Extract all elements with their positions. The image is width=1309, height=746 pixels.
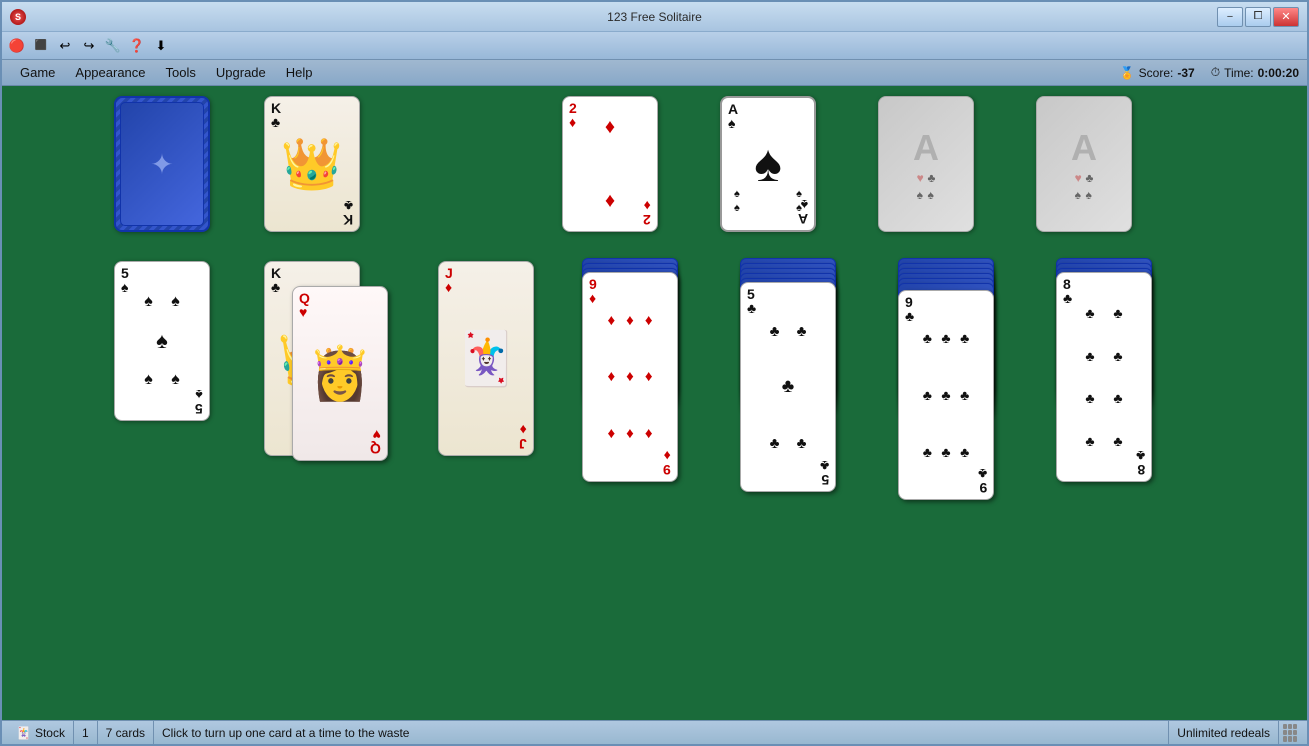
- status-hint: Click to turn up one card at a time to t…: [154, 721, 1169, 744]
- toolbar-icon-settings[interactable]: 🔧: [102, 35, 124, 57]
- tableau7-8clubs[interactable]: 8♣ ♣ ♣ ♣ ♣ ♣ ♣ ♣ ♣ 8♣: [1056, 272, 1152, 482]
- tableau1-5spades[interactable]: 5♠ ♠ ♠ ♠ ♠ ♠ 5♠: [114, 261, 210, 421]
- found1-rank-tl: A♠: [728, 102, 738, 130]
- tableau2-queen-hearts[interactable]: Q♥ 👸 Q♥: [292, 286, 388, 461]
- tableau6-9clubs[interactable]: 9♣ ♣ ♣ ♣ ♣ ♣ ♣ ♣ ♣ ♣ 9♣: [898, 290, 994, 500]
- score-area: 🏅 Score: -37: [1120, 66, 1195, 80]
- minimize-button[interactable]: −: [1217, 7, 1243, 27]
- main-window: S 123 Free Solitaire − ⧠ ✕ 🔴 ⬛ ↩ ↪ 🔧 ❓ ⬇…: [0, 0, 1309, 746]
- stock-pile[interactable]: ✦: [114, 96, 210, 232]
- status-redeals: Unlimited redeals: [1169, 721, 1279, 744]
- status-count: 1: [74, 721, 98, 744]
- time-area: ⏱ Time: 0:00:20: [1211, 65, 1299, 80]
- title-bar: S 123 Free Solitaire − ⧠ ✕: [2, 2, 1307, 32]
- status-stock-label: 🃏 Stock: [8, 721, 74, 744]
- stock-back-inner: ✦: [120, 102, 204, 226]
- foundation3-placeholder[interactable]: A ♥ ♣ ♠ ♠: [1036, 96, 1132, 232]
- t1-rank-br: 5♠: [195, 388, 203, 416]
- tableau5-5clubs[interactable]: 5♣ ♣ ♣ ♣ ♣ ♣ 5♣: [740, 282, 836, 492]
- time-value: 0:00:20: [1258, 66, 1299, 80]
- resize-grip[interactable]: [1283, 724, 1301, 742]
- t1-rank-tl: 5♠: [121, 266, 129, 294]
- col3-rank-tl: 2♦: [569, 101, 577, 129]
- stock-icon: 🃏: [16, 726, 31, 740]
- toolbar-icon-back[interactable]: ↩: [54, 35, 76, 57]
- menu-help[interactable]: Help: [276, 62, 323, 83]
- tableau3-jack-diamonds[interactable]: J♦ 🃏 J♦: [438, 261, 534, 456]
- score-label: Score:: [1139, 66, 1174, 80]
- window-controls: − ⧠ ✕: [1217, 7, 1299, 27]
- window-title: 123 Free Solitaire: [607, 10, 702, 24]
- title-bar-left: S: [10, 9, 26, 25]
- close-button[interactable]: ✕: [1273, 7, 1299, 27]
- toolbar-icon-download[interactable]: ⬇: [150, 35, 172, 57]
- score-value: -37: [1177, 66, 1194, 80]
- toolbar-icon-help[interactable]: ❓: [126, 35, 148, 57]
- foundation2-placeholder[interactable]: A ♥ ♣ ♠ ♠: [878, 96, 974, 232]
- found1-rank-br: A♠: [798, 198, 808, 226]
- toolbar: 🔴 ⬛ ↩ ↪ 🔧 ❓ ⬇: [2, 32, 1307, 60]
- app-icon: S: [10, 9, 26, 25]
- status-cards: 7 cards: [98, 721, 154, 744]
- toolbar-icon-stop[interactable]: ⬛: [30, 35, 52, 57]
- status-bar: 🃏 Stock 1 7 cards Click to turn up one c…: [2, 720, 1307, 744]
- score-time-area: 🏅 Score: -37 ⏱ Time: 0:00:20: [1120, 65, 1299, 80]
- col3-2diamonds[interactable]: 2♦ ♦ ♦ 2♦: [562, 96, 658, 232]
- score-icon: 🏅: [1120, 66, 1135, 80]
- maximize-button[interactable]: ⧠: [1245, 7, 1271, 27]
- time-icon: ⏱: [1211, 65, 1220, 80]
- menu-tools[interactable]: Tools: [156, 62, 206, 83]
- waste-rank-br: K♣: [343, 199, 353, 227]
- menu-appearance[interactable]: Appearance: [65, 62, 155, 83]
- waste-pile[interactable]: K♣ 👑 K♣: [264, 96, 360, 232]
- game-area[interactable]: ✦ K♣ 👑 K♣ 2♦ ♦ ♦ 2♦ A♠ ♠: [2, 86, 1307, 720]
- toolbar-icon-undo[interactable]: 🔴: [6, 35, 28, 57]
- toolbar-icon-forward[interactable]: ↪: [78, 35, 100, 57]
- menu-upgrade[interactable]: Upgrade: [206, 62, 276, 83]
- foundation1-ace-spades[interactable]: A♠ ♠ ♠ ♠ ♠ ♠ A♠: [720, 96, 816, 232]
- time-label: Time:: [1224, 66, 1254, 80]
- col3-rank-br: 2♦: [643, 199, 651, 227]
- menu-game[interactable]: Game: [10, 62, 65, 83]
- menu-bar: Game Appearance Tools Upgrade Help 🏅 Sco…: [2, 60, 1307, 86]
- tableau4-9diamonds[interactable]: 9♦ ♦ ♦ ♦ ♦ ♦ ♦ ♦ ♦ ♦ 9♦: [582, 272, 678, 482]
